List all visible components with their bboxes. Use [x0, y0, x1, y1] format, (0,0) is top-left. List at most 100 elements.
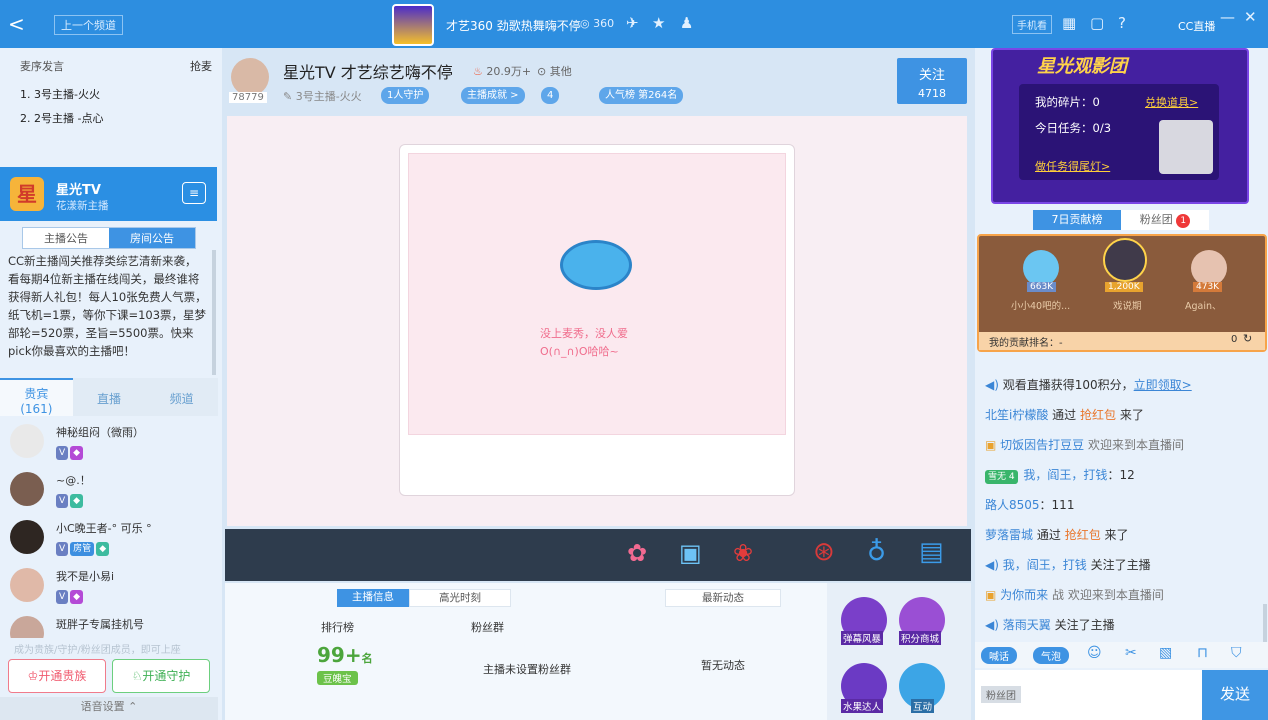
flower-gift-icon[interactable]: ❀	[733, 539, 753, 567]
balloon-icon[interactable]: ✿	[627, 539, 647, 567]
tab-room-notice[interactable]: 房间公告	[109, 228, 195, 248]
fire-icon: ♨	[473, 65, 483, 78]
app-fruit-label: 水果达人	[841, 699, 884, 713]
minimize-icon[interactable]: —	[1220, 8, 1235, 26]
chat-line: 路人8505：111	[985, 496, 1074, 513]
help-icon[interactable]: ?	[1118, 14, 1126, 32]
gift-toolbar: ✿ ▣ ❀ ⊛ ♁ ▤	[225, 529, 971, 581]
tab-news[interactable]: 最新动态	[665, 589, 781, 607]
chat-user[interactable]: 我，阎王，打钱	[1023, 468, 1107, 482]
empty-line2: O(∩_∩)O哈哈~	[540, 345, 619, 358]
bell-icon[interactable]: ▢	[1090, 14, 1104, 32]
open-noble-button[interactable]: ♔开通贵族	[8, 659, 106, 693]
tab-highlights[interactable]: 高光时刻	[409, 589, 511, 607]
voice-settings-button[interactable]: 语音设置 ⌃	[0, 697, 218, 720]
lock-icon[interactable]: ⊓	[1197, 645, 1208, 661]
user-item[interactable]: 我不是小易i V ◆	[8, 568, 208, 616]
level-badge-icon: V	[56, 446, 69, 460]
open-noble-label: 开通贵族	[38, 669, 87, 683]
event-banner[interactable]: 星光观影团 我的碎片：0 兑换道具> 今日任务：0/3 做任务得尾灯>	[991, 48, 1249, 204]
users-icon[interactable]: ♟	[680, 14, 693, 32]
scissors-icon[interactable]: ✂	[1125, 645, 1137, 661]
shop-icon[interactable]: ▤	[919, 537, 944, 567]
image-icon[interactable]: ▧	[1159, 645, 1172, 661]
grab-mic-button[interactable]: 抢麦	[190, 58, 212, 74]
back-icon[interactable]: <	[8, 12, 25, 36]
send-button[interactable]: 发送	[1202, 670, 1268, 720]
user-item[interactable]: ~@.！ V ◆	[8, 472, 208, 520]
star-icon[interactable]: ★	[652, 14, 665, 32]
tab-vip[interactable]: 贵宾 (161)	[0, 378, 73, 416]
heat-value: ♨ 20.9万+	[473, 63, 531, 79]
shield-icon[interactable]: ⛉	[1231, 645, 1242, 661]
anchor-label: ✎ 3号主播-火火	[283, 90, 362, 103]
podium-avatar[interactable]	[1191, 250, 1227, 286]
chat-user[interactable]: 为你而来	[1000, 588, 1048, 602]
notice-text: CC新主播闯关推荐类综艺清新来袭，看每期4位新主播在线闯关，最终谁将获得新人礼包…	[8, 254, 207, 358]
camera-gift-icon[interactable]: ▣	[679, 539, 702, 567]
podium-avatar[interactable]	[1023, 250, 1059, 286]
chat-user[interactable]: 路人8505	[985, 498, 1040, 512]
shout-button[interactable]: 喊话	[981, 647, 1017, 664]
rank-value: 99+名	[317, 643, 373, 667]
avatar	[10, 520, 44, 554]
grid-icon[interactable]: ▦	[1062, 14, 1076, 32]
phone-watch-button[interactable]: 手机看	[1012, 15, 1052, 34]
achievement-pill[interactable]: 主播成就 >	[461, 87, 525, 104]
fans-pill[interactable]: 4	[541, 87, 560, 104]
user-name: 神秘组闷（微雨）	[56, 426, 144, 439]
fan-group-button[interactable]: 粉丝团	[981, 686, 1021, 703]
user-item[interactable]: 神秘组闷（微雨） V ◆	[8, 424, 208, 472]
tab-7day-contrib[interactable]: 7日贡献榜	[1033, 210, 1121, 230]
podium-avatar[interactable]	[1103, 238, 1147, 282]
tab-anchor-info[interactable]: 主播信息	[337, 589, 409, 607]
redeem-link[interactable]: 兑换道具>	[1145, 94, 1198, 110]
bag-icon[interactable]: ♁	[867, 537, 886, 567]
claim-link[interactable]: 立即领取>	[1134, 378, 1192, 392]
chat-user[interactable]: 切饭因告打豆豆	[1000, 438, 1084, 452]
user-item[interactable]: 斑胖子专属挂机号	[8, 616, 208, 638]
close-icon[interactable]: ✕	[1244, 8, 1257, 26]
chat-line: 雪无 4 我，阎王，打钱：12	[985, 466, 1135, 484]
open-guard-button[interactable]: ♘开通守护	[112, 659, 210, 693]
guard-pill[interactable]: 1人守护	[381, 87, 430, 104]
chat-user[interactable]: 我，阎王，打钱	[1003, 558, 1087, 572]
anchor-card[interactable]: 星 星光TV 花漾新主播 ≡	[0, 167, 217, 221]
prev-channel-button[interactable]: 上一个频道	[54, 15, 123, 35]
podium-name: Again、	[1185, 301, 1222, 312]
my-rank-value: 0	[1231, 334, 1238, 345]
chat-action[interactable]: 抢红包	[1080, 408, 1116, 422]
menu-icon[interactable]: ≡	[182, 182, 206, 204]
refresh-icon[interactable]: ↻	[1243, 332, 1252, 345]
chat-action[interactable]: 抢红包	[1065, 528, 1101, 542]
anchor-id: 78779	[229, 92, 267, 103]
chat-user[interactable]: 萝落雷城	[985, 528, 1033, 542]
other-button[interactable]: ⊙ 其他	[537, 63, 572, 79]
chat-user[interactable]: 北笙i柠檬酸	[985, 408, 1048, 422]
bubble-button[interactable]: 气泡	[1033, 647, 1069, 664]
chat-scrollbar[interactable]	[1263, 604, 1267, 644]
tab-vip-count: (161)	[20, 402, 53, 416]
tab-anchor-notice[interactable]: 主播公告	[23, 228, 109, 248]
rank-value-number: 99+	[317, 643, 362, 667]
tab-live[interactable]: 直播	[72, 378, 146, 416]
plane-icon[interactable]: ✈	[626, 14, 639, 32]
follow-button[interactable]: 关注 4718	[897, 58, 967, 104]
gift-icon: ▣	[985, 588, 997, 602]
chat-user[interactable]: 落雨天翼	[1003, 618, 1051, 632]
channel-title: 才艺360 劲歌热舞嗨不停	[446, 19, 581, 33]
tab-fan-club[interactable]: 粉丝团 1	[1121, 210, 1209, 230]
anchor-avatar[interactable]	[231, 58, 269, 96]
chat-input[interactable]: 粉丝团	[975, 670, 1202, 720]
tab-channel[interactable]: 频道	[145, 378, 219, 416]
noble-badge-icon: ◆	[70, 590, 84, 604]
rank-pill[interactable]: 人气榜 第264名	[599, 87, 684, 104]
other-label: 其他	[549, 65, 572, 78]
user-item[interactable]: 小C晚王者-° 可乐 ° V 房管 ◆	[8, 520, 208, 568]
do-task-link[interactable]: 做任务得尾灯>	[1035, 158, 1110, 174]
video-stage[interactable]: 没上麦秀，没人爱 O(∩_∩)O哈哈~	[227, 116, 967, 526]
notice-scrollbar[interactable]	[212, 250, 216, 375]
play-icon[interactable]: ⊛	[813, 537, 835, 567]
emoji-icon[interactable]: ☺	[1087, 645, 1102, 661]
app-interact-label: 互动	[911, 699, 935, 713]
